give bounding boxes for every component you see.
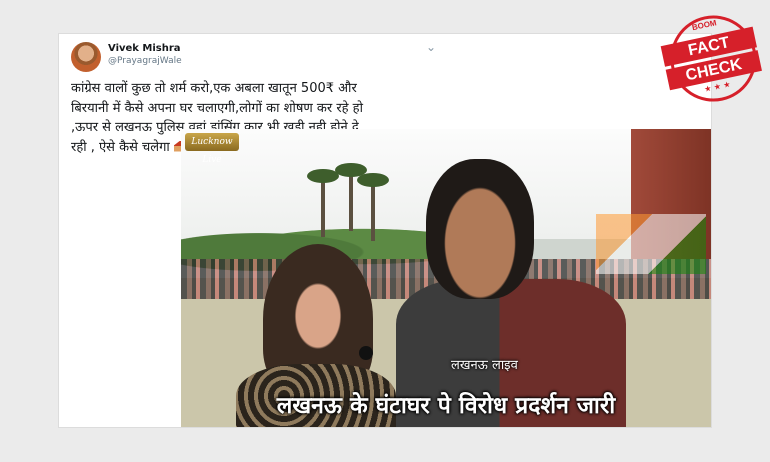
- chevron-down-icon[interactable]: ⌄: [426, 40, 436, 54]
- flags: [596, 214, 706, 274]
- video-overlay-label: लखनऊ लाइव: [451, 358, 518, 373]
- video-caption: लखनऊ के घंटाघर पे विरोध प्रदर्शन जारी: [276, 393, 616, 419]
- palm-tree: [357, 173, 389, 241]
- tweet-card: Vivek Mishra @PrayagrajWale ⌄ कांग्रेस व…: [58, 33, 712, 428]
- avatar[interactable]: [71, 42, 101, 72]
- microphone-icon: [359, 346, 373, 360]
- user-handle[interactable]: @PrayagrajWale: [108, 56, 182, 66]
- man-head: [426, 159, 534, 299]
- palm-tree: [335, 163, 367, 231]
- tweet-video-frame[interactable]: Lucknow Live लखनऊ लाइव लखनऊ के घंटाघर पे…: [181, 129, 711, 427]
- palm-tree: [307, 169, 339, 237]
- fact-check-stamp-icon: BOOM FACT CHECK ★ ★ ★: [655, 1, 766, 112]
- user-name[interactable]: Vivek Mishra: [108, 43, 181, 54]
- channel-logo: Lucknow Live: [185, 133, 239, 165]
